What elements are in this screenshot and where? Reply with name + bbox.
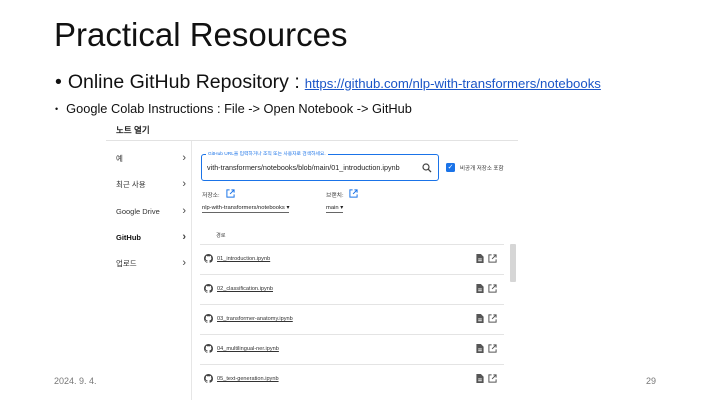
bullet-dot: • [55, 71, 62, 93]
nav-item-label: 최근 사용 [116, 179, 146, 189]
nav-divider [191, 141, 192, 400]
dialog-divider [106, 140, 518, 141]
search-icon[interactable] [422, 163, 432, 173]
nav-item-examples[interactable]: 예 › [116, 151, 186, 165]
repository-label: Online GitHub Repository : [67, 71, 300, 93]
branch-select[interactable]: main ▾ [326, 205, 344, 213]
open-external-icon[interactable] [226, 189, 235, 198]
dropdown-arrow-icon: ▾ [340, 205, 344, 211]
github-icon [204, 344, 213, 353]
notebook-row[interactable]: 03_transformer-anatomy.ipynb [200, 304, 504, 334]
include-private-label: 비공개 저장소 포함 [460, 166, 504, 172]
nav-item-label: 예 [116, 153, 123, 163]
notebook-row[interactable]: 05_text-generation.ipynb [200, 364, 504, 394]
page-number: 29 [646, 376, 657, 386]
nav-item-label: GitHub [116, 232, 141, 242]
open-in-new-tab-icon[interactable] [488, 284, 497, 293]
open-in-new-tab-icon[interactable] [488, 254, 497, 263]
path-column-header: 경로 [216, 233, 226, 239]
notebook-name[interactable]: 01_introduction.ipynb [217, 256, 270, 262]
notebook-row[interactable]: 04_multilingual-ner.ipynb [200, 334, 504, 364]
dialog-title: 노트 열기 [116, 125, 150, 135]
notebook-file-icon[interactable] [476, 314, 484, 323]
chevron-right-icon: › [182, 152, 186, 164]
nav-item-github[interactable]: GitHub › [116, 230, 186, 244]
notebook-row[interactable]: 02_classification.ipynb [200, 274, 504, 304]
bullet-repository: • Online GitHub Repository : https://git… [55, 71, 601, 94]
notebook-name[interactable]: 04_multilingual-ner.ipynb [217, 346, 279, 352]
notebook-list: 01_introduction.ipynb 02_classification.… [200, 244, 504, 400]
github-icon [204, 284, 213, 293]
include-private-checkbox[interactable]: ✓ [446, 163, 455, 172]
chevron-right-icon: › [182, 205, 186, 217]
chevron-right-icon: › [182, 178, 186, 190]
nav-item-upload[interactable]: 업로드 › [116, 256, 186, 270]
repository-select-value: nlp-with-transformers/notebooks [202, 205, 285, 211]
nav-item-label: Google Drive [116, 206, 160, 216]
notebook-row[interactable]: 01_introduction.ipynb [200, 244, 504, 274]
colab-instructions-text: Google Colab Instructions : File -> Open… [66, 101, 412, 116]
slide-title: Practical Resources [54, 16, 348, 53]
branch-select-value: main [326, 205, 339, 211]
open-notebook-dialog: 노트 열기 예 › 최근 사용 › Google Drive › GitHub … [106, 118, 518, 400]
bullet-dot: • [55, 104, 59, 114]
notebook-name[interactable]: 05_text-generation.ipynb [217, 376, 279, 382]
open-in-new-tab-icon[interactable] [488, 314, 497, 323]
notebook-file-icon[interactable] [476, 344, 484, 353]
open-in-new-tab-icon[interactable] [488, 374, 497, 383]
bullet-colab-instructions: • Google Colab Instructions : File -> Ope… [55, 101, 412, 116]
notebook-name[interactable]: 03_transformer-anatomy.ipynb [217, 316, 293, 322]
notebook-file-icon[interactable] [476, 374, 484, 383]
repository-link[interactable]: https://github.com/nlp-with-transformers… [305, 76, 601, 91]
chevron-right-icon: › [182, 257, 186, 269]
nav-item-recent[interactable]: 최근 사용 › [116, 177, 186, 191]
branch-field-label: 브랜치: [326, 193, 344, 199]
nav-item-label: 업로드 [116, 258, 137, 268]
github-icon [204, 374, 213, 383]
github-url-legend: GitHub URL을 입력하거나 조직 또는 사용자로 검색하세요. [206, 150, 328, 157]
repository-select[interactable]: nlp-with-transformers/notebooks ▾ [202, 205, 290, 213]
notebook-name[interactable]: 02_classification.ipynb [217, 286, 273, 292]
github-url-value[interactable]: vith-transformers/notebooks/blob/main/01… [207, 163, 417, 172]
open-in-new-tab-icon[interactable] [488, 344, 497, 353]
list-scrollbar[interactable] [510, 244, 516, 282]
dropdown-arrow-icon: ▾ [286, 205, 290, 211]
notebook-file-icon[interactable] [476, 284, 484, 293]
footer-date: 2024. 9. 4. [54, 376, 97, 386]
chevron-right-icon: › [182, 231, 186, 243]
repository-field-label: 저장소: [202, 193, 220, 199]
nav-item-google-drive[interactable]: Google Drive › [116, 204, 186, 218]
notebook-file-icon[interactable] [476, 254, 484, 263]
open-external-icon[interactable] [349, 189, 358, 198]
github-icon [204, 314, 213, 323]
github-icon [204, 254, 213, 263]
